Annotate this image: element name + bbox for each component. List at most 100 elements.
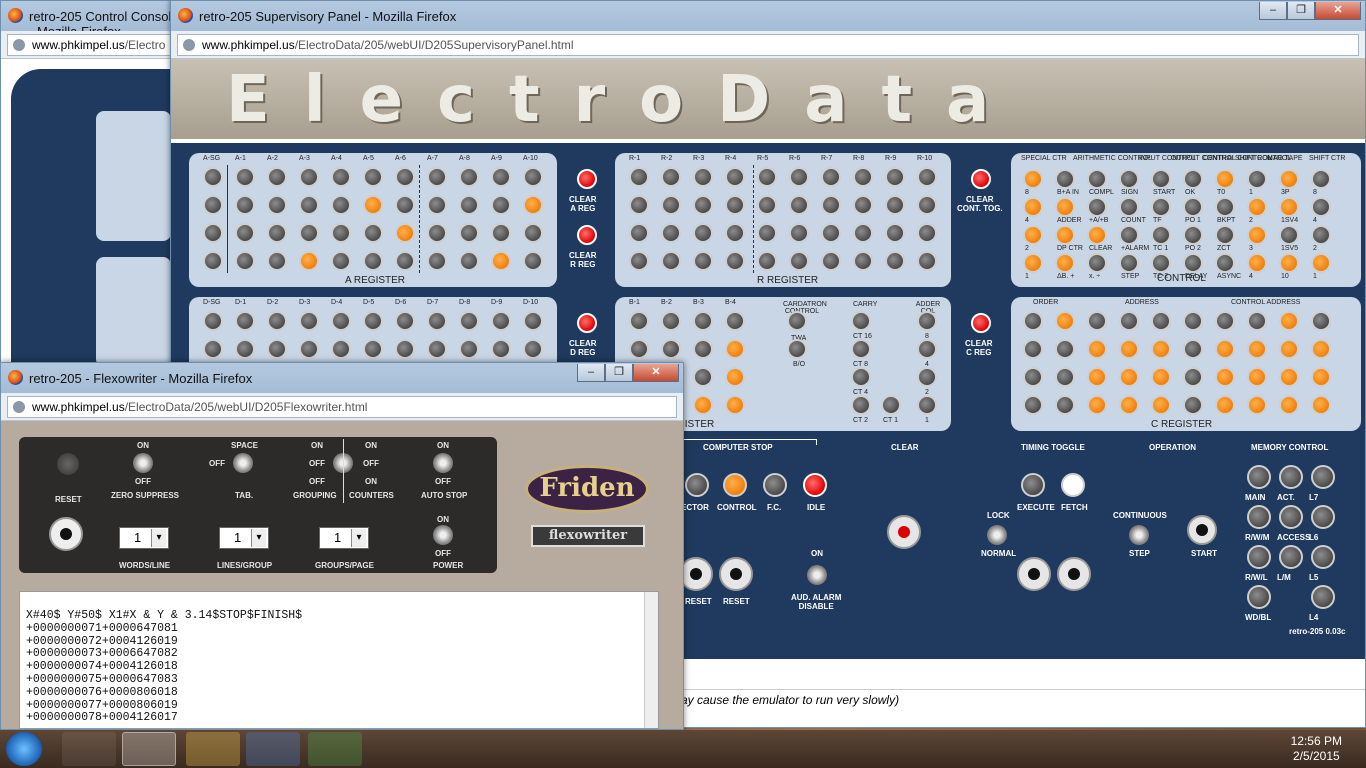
- r-lamp: [789, 195, 809, 215]
- control-lamp: [1055, 169, 1075, 189]
- control-cell-label: 1: [1025, 273, 1029, 280]
- a-lamp: [363, 251, 383, 271]
- supervisory-urlbar[interactable]: www.phkimpel.us/ElectroData/205/webUI/D2…: [171, 31, 1365, 59]
- control-lamp: [1151, 169, 1171, 189]
- control-lamp: [1215, 253, 1235, 273]
- clear-d-button[interactable]: [577, 313, 597, 333]
- control-lamp: [1311, 169, 1331, 189]
- d-lamp: [523, 339, 543, 359]
- flexowriter-window[interactable]: retro-205 - Flexowriter - Mozilla Firefo…: [0, 362, 684, 730]
- c-lamp: [1055, 367, 1075, 387]
- adder-lamp: [917, 367, 937, 387]
- d-lamp: [459, 339, 479, 359]
- terminal-icon[interactable]: [308, 732, 362, 766]
- r-lamp: [725, 223, 745, 243]
- close-button[interactable]: ✕: [1315, 2, 1361, 20]
- continuous-label: CONTINUOUS: [1113, 511, 1167, 520]
- lock-normal-toggle[interactable]: [987, 525, 1007, 545]
- a-lamp: [491, 251, 511, 271]
- media-player-icon[interactable]: [62, 732, 116, 766]
- flexowriter-titlebar[interactable]: retro-205 - Flexowriter - Mozilla Firefo…: [1, 363, 683, 393]
- paper-line: X#40$ Y#50$ X1#X & Y & 3.14$STOP$FINISH$: [26, 609, 303, 622]
- r-lamp: [757, 167, 777, 187]
- control-lamp: [1279, 225, 1299, 245]
- continuous-step-toggle[interactable]: [1129, 525, 1149, 545]
- control-cell-label: PO 2: [1185, 245, 1201, 252]
- power-toggle[interactable]: [433, 525, 453, 545]
- flexowriter-urlbar[interactable]: www.phkimpel.us/ElectroData/205/webUI/D2…: [1, 393, 683, 421]
- memory-control-label: MEMORY CONTROL: [1251, 443, 1329, 452]
- c-lamp: [1151, 311, 1171, 331]
- r-lamp: [693, 251, 713, 271]
- fetch-label: FETCH: [1061, 503, 1088, 512]
- a-digit-label: A-9: [491, 155, 502, 162]
- maximize-button[interactable]: ❐: [605, 364, 633, 382]
- control-cell-label: ΔB. +: [1057, 273, 1075, 280]
- timing-button-2[interactable]: [1057, 557, 1091, 591]
- explorer-icon[interactable]: [186, 732, 240, 766]
- r-digit-label: R-9: [885, 155, 897, 162]
- r-digit-label: R-5: [757, 155, 769, 162]
- console-titlebar[interactable]: retro-205 Control Console - Mozilla Fire…: [1, 1, 179, 39]
- reset-button-2[interactable]: [719, 557, 753, 591]
- aud-alarm-toggle[interactable]: [807, 565, 827, 585]
- control-lamp: [1119, 169, 1139, 189]
- carry-lamp: [881, 395, 901, 415]
- b-lamp: [725, 311, 745, 331]
- reset-lamp[interactable]: [57, 453, 79, 475]
- flexowriter-url[interactable]: www.phkimpel.us/ElectroData/205/webUI/D2…: [7, 396, 677, 418]
- a-lamp: [427, 195, 447, 215]
- paper-line: +0000000075+0000647083: [26, 672, 178, 686]
- r-digit-label: R-3: [693, 155, 705, 162]
- lines-per-group-select[interactable]: 1: [219, 527, 269, 549]
- flexowriter-logo: flexowriter: [531, 525, 645, 547]
- console-url[interactable]: www.phkimpel.us/Electro: [7, 34, 173, 56]
- paper-output[interactable]: X#40$ Y#50$ X1#X & Y & 3.14$STOP$FINISH$…: [19, 591, 659, 729]
- timing-button-1[interactable]: [1017, 557, 1051, 591]
- thunderbird-icon[interactable]: [246, 732, 300, 766]
- minimize-button[interactable]: ‒: [1259, 2, 1287, 20]
- clear-cont-button[interactable]: [971, 169, 991, 189]
- minimize-button[interactable]: ‒: [577, 364, 605, 382]
- control-cell-label: 8: [1313, 189, 1317, 196]
- clear-c-button[interactable]: [971, 313, 991, 333]
- paper-scrollbar[interactable]: [644, 592, 658, 728]
- a-lamp: [363, 195, 383, 215]
- clear-r-button[interactable]: [577, 225, 597, 245]
- b-lamp: [725, 367, 745, 387]
- control-lamp: [1023, 253, 1043, 273]
- r-digit-label: R-6: [789, 155, 801, 162]
- maximize-button[interactable]: ❐: [1287, 2, 1315, 20]
- d-lamp: [491, 311, 511, 331]
- supervisory-url[interactable]: www.phkimpel.us/ElectroData/205/webUI/D2…: [177, 34, 1359, 56]
- reset-button-1[interactable]: [679, 557, 713, 591]
- timing-toggle-label: TIMING TOGGLE: [1021, 443, 1085, 452]
- a-lamp: [299, 251, 319, 271]
- zero-suppress-toggle[interactable]: [133, 453, 153, 473]
- clear-a-button[interactable]: [577, 169, 597, 189]
- r-lamp: [661, 167, 681, 187]
- stop-label-control: CONTROL: [717, 503, 757, 512]
- supervisory-title: retro-205 Supervisory Panel - Mozilla Fi…: [199, 9, 457, 24]
- c-lamp: [1247, 311, 1267, 331]
- clear-big-button[interactable]: [887, 515, 921, 549]
- control-cell-label: OK: [1185, 189, 1196, 196]
- close-button[interactable]: ✕: [633, 364, 679, 382]
- auto-stop-toggle[interactable]: [433, 453, 453, 473]
- tab-toggle[interactable]: [233, 453, 253, 473]
- control-lamp: [1055, 197, 1075, 217]
- clock[interactable]: 12:56 PM 2/5/2015: [1291, 734, 1342, 764]
- start-button[interactable]: [1187, 515, 1217, 545]
- control-lamp: [1087, 169, 1107, 189]
- c-lamp: [1183, 395, 1203, 415]
- control-lamp: [1055, 225, 1075, 245]
- reset-button[interactable]: [49, 517, 83, 551]
- c-register: C REGISTER ORDER ADDRESS CONTROL ADDRESS: [1011, 297, 1361, 431]
- console-urlbar[interactable]: www.phkimpel.us/Electro: [1, 31, 179, 59]
- words-per-line-select[interactable]: 1: [119, 527, 169, 549]
- groups-per-page-select[interactable]: 1: [319, 527, 369, 549]
- d-lamp: [395, 311, 415, 331]
- start-orb[interactable]: [6, 732, 42, 766]
- supervisory-titlebar[interactable]: retro-205 Supervisory Panel - Mozilla Fi…: [171, 1, 1365, 31]
- firefox-taskbar-icon[interactable]: [122, 732, 176, 766]
